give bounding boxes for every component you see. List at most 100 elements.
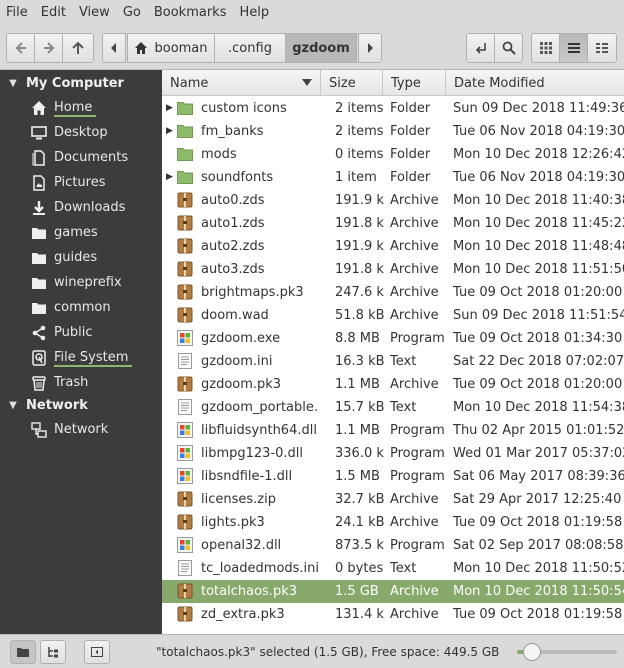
breadcrumb-scroll-right[interactable]	[358, 33, 382, 63]
file-type: Folder	[390, 147, 431, 162]
file-row[interactable]: gzdoom_portable.ini 15.7 kB Text Mon 10 Dec…	[162, 396, 624, 419]
file-row[interactable]: auto0.zds 191.9 kB Archive Mon 10 Dec 2018 …	[162, 189, 624, 212]
file-type: Program	[390, 331, 445, 346]
file-row[interactable]: mods 0 items Folder Mon 10 Dec 2018 12:26:4…	[162, 143, 624, 166]
breadcrumb-booman[interactable]: booman	[127, 33, 215, 63]
expander-arrow-icon[interactable]: ▶	[166, 166, 173, 189]
file-row[interactable]: totalchaos.pk3 1.5 GB Archive Mon 10 Dec 20…	[162, 580, 624, 603]
menu-go[interactable]: Go	[117, 0, 147, 26]
breadcrumb-scroll-left[interactable]	[102, 33, 126, 63]
breadcrumb-config[interactable]: .config	[214, 33, 286, 63]
file-row[interactable]: gzdoom.ini 16.3 kB Text Sat 22 Dec 2018 07:…	[162, 350, 624, 373]
text-file-icon	[178, 560, 192, 576]
pictures-icon	[33, 174, 45, 191]
file-name: mods	[201, 147, 237, 162]
sidebar-item-guides[interactable]: guides	[0, 245, 162, 270]
compact-view-button[interactable]	[587, 33, 617, 63]
show-treeview-button[interactable]	[40, 640, 66, 664]
file-row[interactable]: ▶ custom icons 2 items Folder Sun 09 Dec 201…	[162, 97, 624, 120]
archive-icon	[177, 192, 193, 208]
sidebar-item-desktop[interactable]: Desktop	[0, 120, 162, 145]
zoom-slider-handle[interactable]	[523, 643, 541, 661]
file-row[interactable]: openal32.dll 873.5 kB Program Sat 02 Sep 20…	[162, 534, 624, 557]
sidebar-item-pictures[interactable]: Pictures	[0, 170, 162, 195]
sidebar-item-downloads[interactable]: Downloads	[0, 195, 162, 220]
file-row[interactable]: gzdoom.exe 8.8 MB Program Tue 09 Oct 2018 0…	[162, 327, 624, 350]
file-row[interactable]: gzdoom.pk3 1.1 MB Archive Tue 09 Oct 2018 0…	[162, 373, 624, 396]
folder-icon	[32, 252, 46, 264]
sidebar-item-home[interactable]: Home	[0, 95, 162, 120]
sidebar-item-file-system[interactable]: File System	[0, 345, 162, 370]
column-type[interactable]: Type	[383, 70, 446, 96]
sidebar-item-network[interactable]: Network	[0, 417, 162, 442]
toggle-location-button[interactable]	[466, 33, 495, 63]
menu-edit[interactable]: Edit	[35, 0, 72, 26]
archive-icon	[177, 583, 193, 599]
show-places-button[interactable]	[10, 640, 36, 664]
file-row[interactable]: auto2.zds 191.9 kB Archive Mon 10 Dec 2018 …	[162, 235, 624, 258]
file-type: Folder	[390, 101, 431, 116]
up-button[interactable]	[62, 33, 94, 63]
column-size-label: Size	[329, 75, 356, 91]
list-view-button[interactable]	[559, 33, 588, 63]
sidebar-item-common[interactable]: common	[0, 295, 162, 320]
file-size: 0 bytes	[335, 561, 384, 576]
file-row[interactable]: licenses.zip 32.7 kB Archive Sat 29 Apr 201…	[162, 488, 624, 511]
file-row[interactable]: tc_loadedmods.ini 0 bytes Text Mon 10 Dec 2…	[162, 557, 624, 580]
back-button[interactable]	[6, 33, 35, 63]
hide-sidebar-button[interactable]	[84, 640, 110, 664]
file-date: Mon 10 Dec 2018 11:48:48 AM	[453, 239, 624, 254]
chevron-left-icon	[111, 43, 116, 53]
folder-icon	[177, 102, 193, 115]
sidebar-item-games[interactable]: games	[0, 220, 162, 245]
file-size: 191.8 kB	[335, 262, 385, 277]
sidebar-item-trash[interactable]: Trash	[0, 370, 162, 395]
file-row[interactable]: libfluidsynth64.dll 1.1 MB Program Thu 02 A…	[162, 419, 624, 442]
file-row[interactable]: auto3.zds 191.8 kB Archive Mon 10 Dec 2018 …	[162, 258, 624, 281]
sidebar-item-public[interactable]: Public	[0, 320, 162, 345]
menu-bookmarks[interactable]: Bookmarks	[148, 0, 233, 26]
menu-view[interactable]: View	[73, 0, 116, 26]
file-row[interactable]: auto1.zds 191.8 kB Archive Mon 10 Dec 2018 …	[162, 212, 624, 235]
file-row[interactable]: libsndfile-1.dll 1.5 MB Program Sat 06 May …	[162, 465, 624, 488]
archive-icon	[177, 606, 193, 622]
column-name[interactable]: Name	[162, 70, 321, 96]
file-row[interactable]: zd_extra.pk3 131.4 kB Archive Tue 09 Oct 20…	[162, 603, 624, 626]
file-list: Name Size Type Date Modified ▶ custom ico…	[162, 70, 624, 634]
icon-view-button[interactable]	[531, 33, 560, 63]
file-row[interactable]: libmpg123-0.dll 336.0 kB Program Wed 01 Mar…	[162, 442, 624, 465]
search-button[interactable]	[494, 33, 523, 63]
zoom-slider[interactable]	[517, 643, 617, 661]
expander-arrow-icon[interactable]: ▶	[166, 120, 173, 143]
file-date: Mon 10 Dec 2018 11:51:50 AM	[453, 262, 624, 277]
menu-file[interactable]: File	[0, 0, 34, 26]
file-name: soundfonts	[201, 170, 274, 185]
menu-help[interactable]: Help	[233, 0, 275, 26]
column-size[interactable]: Size	[321, 70, 383, 96]
file-date: Tue 09 Oct 2018 01:20:00 PM	[453, 377, 624, 392]
file-row[interactable]: ▶ fm_banks 2 items Folder Tue 06 Nov 2018 04…	[162, 120, 624, 143]
file-type: Text	[390, 354, 417, 369]
forward-button[interactable]	[34, 33, 63, 63]
status-text: "totalchaos.pk3" selected (1.5 GB), Free…	[156, 645, 500, 659]
harddisk-icon	[32, 349, 46, 366]
breadcrumb-gzdoom[interactable]: gzdoom	[285, 33, 357, 63]
file-name: libsndfile-1.dll	[201, 469, 293, 484]
file-row[interactable]: brightmaps.pk3 247.6 kB Archive Tue 09 Oct …	[162, 281, 624, 304]
expander-arrow-icon[interactable]: ▶	[166, 97, 173, 120]
file-row[interactable]: lights.pk3 24.1 kB Archive Tue 09 Oct 2018 …	[162, 511, 624, 534]
windows-program-icon	[177, 537, 193, 553]
file-row[interactable]: doom.wad 51.8 kB Archive Sun 09 Dec 2018 11…	[162, 304, 624, 327]
file-type: Text	[390, 400, 417, 415]
sidebar-toggle-icon	[91, 647, 103, 657]
file-name: libmpg123-0.dll	[201, 446, 304, 461]
file-type: Text	[390, 561, 417, 576]
file-name: auto2.zds	[201, 239, 265, 254]
sidebar-item-wineprefix[interactable]: wineprefix	[0, 270, 162, 295]
sidebar-section-network[interactable]: ▼ Network	[0, 394, 88, 416]
network-icon	[31, 421, 47, 438]
sidebar-item-documents[interactable]: Documents	[0, 145, 162, 170]
file-row[interactable]: ▶ soundfonts 1 item Folder Tue 06 Nov 2018 0…	[162, 166, 624, 189]
sidebar-section-my-computer[interactable]: ▼ My Computer	[0, 72, 124, 94]
column-date[interactable]: Date Modified	[446, 70, 624, 96]
